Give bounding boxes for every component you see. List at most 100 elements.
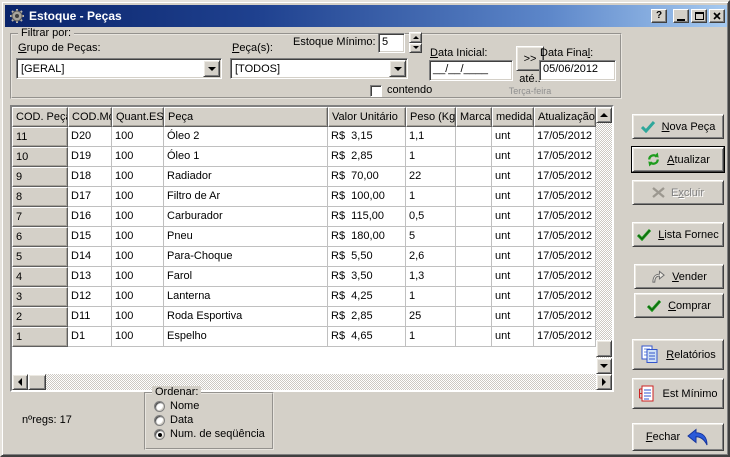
table-row[interactable]: 8D17100Filtro de ArR$ 100,001unt17/05/20… (12, 187, 596, 207)
data-inicial-input[interactable]: __/__/____ (429, 60, 513, 81)
ordenar-legend: Ordenar: (152, 386, 201, 398)
radio-icon[interactable] (154, 429, 165, 440)
comprar-button[interactable]: Comprar (634, 293, 724, 318)
pecas-dropdown-button[interactable] (389, 60, 406, 77)
parts-grid[interactable]: COD. PeçaCOD.ModQuant.ESTPeçaValor Unitá… (10, 105, 614, 392)
column-header[interactable]: Peso (Kg) (406, 107, 456, 127)
column-header[interactable]: Quant.EST (112, 107, 164, 127)
chevron-down-icon (394, 67, 402, 71)
table-row[interactable]: 1D1100EspelhoR$ 4,651unt17/05/2012 (12, 327, 596, 347)
maximize-icon (695, 12, 704, 20)
radio-nome[interactable]: Nome (154, 400, 199, 412)
table-row[interactable]: 11D20100Óleo 2R$ 3,151,1unt17/05/2012 (12, 127, 596, 147)
vertical-scroll-thumb[interactable] (596, 340, 612, 357)
horizontal-scrollbar[interactable] (12, 374, 612, 390)
table-cell: unt (492, 267, 534, 287)
button-label: Comprar (668, 300, 711, 312)
scroll-down-icon (600, 364, 608, 368)
grupo-pecas-combobox[interactable]: [GERAL] (16, 58, 222, 79)
pecas-label: Peça(s): (232, 42, 273, 54)
column-header[interactable]: Atualização (534, 107, 596, 127)
table-cell: 100 (112, 267, 164, 287)
table-cell: 1 (406, 187, 456, 207)
column-header[interactable]: medida (492, 107, 534, 127)
table-cell (456, 167, 492, 187)
table-cell: unt (492, 127, 534, 147)
table-cell: 17/05/2012 (534, 327, 596, 347)
table-row[interactable]: 6D15100PneuR$ 180,005unt17/05/2012 (12, 227, 596, 247)
pecas-combobox[interactable]: [TODOS] (230, 58, 408, 79)
estoque-minimo-label: Estoque Mínimo: (293, 36, 376, 48)
spinner-down-button[interactable] (409, 43, 422, 54)
table-row[interactable]: 7D16100CarburadorR$ 115,000,5unt17/05/20… (12, 207, 596, 227)
minimize-button[interactable] (673, 9, 689, 23)
radio-num-sequencia[interactable]: Num. de seqüência (154, 428, 265, 440)
ordenar-groupbox: Ordenar: Nome Data Num. de seqüência (144, 392, 274, 450)
table-cell: 17/05/2012 (534, 307, 596, 327)
table-cell: Roda Esportiva (164, 307, 328, 327)
horizontal-scroll-thumb[interactable] (28, 374, 46, 390)
table-row[interactable]: 10D19100Óleo 1R$ 2,851unt17/05/2012 (12, 147, 596, 167)
table-cell: 100 (112, 307, 164, 327)
table-cell: 1,1 (406, 127, 456, 147)
nova-peca-button[interactable]: Nova Peça (632, 114, 724, 139)
scroll-up-button[interactable] (596, 107, 612, 123)
radio-icon[interactable] (154, 415, 165, 426)
data-final-input[interactable]: 05/06/2012 (539, 60, 616, 81)
table-cell: D13 (68, 267, 112, 287)
table-cell: 100 (112, 227, 164, 247)
check-icon (637, 229, 652, 241)
excluir-button[interactable]: Excluir (632, 180, 724, 205)
column-header[interactable]: Valor Unitário (328, 107, 406, 127)
radio-icon[interactable] (154, 401, 165, 412)
row-id-cell: 2 (12, 307, 68, 327)
table-row[interactable]: 9D18100RadiadorR$ 70,0022unt17/05/2012 (12, 167, 596, 187)
row-id-cell: 1 (12, 327, 68, 347)
table-cell: D17 (68, 187, 112, 207)
relatorios-button[interactable]: Relatórios (632, 339, 724, 370)
scroll-down-button[interactable] (596, 358, 612, 374)
table-cell: 17/05/2012 (534, 247, 596, 267)
table-cell: Óleo 1 (164, 147, 328, 167)
vender-button[interactable]: Vender (634, 264, 724, 289)
table-cell: D16 (68, 207, 112, 227)
table-cell: D18 (68, 167, 112, 187)
atualizar-button[interactable]: Atualizar (632, 147, 724, 172)
table-row[interactable]: 4D13100FarolR$ 3,501,3unt17/05/2012 (12, 267, 596, 287)
table-cell: 1 (406, 327, 456, 347)
radio-data[interactable]: Data (154, 414, 193, 426)
table-row[interactable]: 5D14100Para-ChoqueR$ 5,502,6unt17/05/201… (12, 247, 596, 267)
estoque-minimo-input[interactable]: 5 (378, 33, 405, 53)
column-header[interactable]: COD.Mod (68, 107, 112, 127)
radio-label: Num. de seqüência (170, 428, 265, 440)
column-header[interactable]: COD. Peça (12, 107, 68, 127)
scroll-left-button[interactable] (12, 374, 28, 390)
table-row[interactable]: 2D11100Roda EsportivaR$ 2,8525unt17/05/2… (12, 307, 596, 327)
table-cell: 1 (406, 287, 456, 307)
table-cell: Pneu (164, 227, 328, 247)
close-button[interactable] (709, 9, 725, 23)
table-cell: 1,3 (406, 267, 456, 287)
chevron-down-icon (208, 67, 216, 71)
vertical-scrollbar[interactable] (596, 107, 612, 374)
fechar-button[interactable]: Fechar (632, 423, 724, 451)
table-row[interactable]: 3D12100LanternaR$ 4,251unt17/05/2012 (12, 287, 596, 307)
contendo-checkbox[interactable] (370, 85, 382, 97)
lista-fornec-button[interactable]: Lista Fornec (632, 222, 724, 247)
help-button[interactable]: ? (651, 9, 667, 23)
table-cell: R$ 5,50 (328, 247, 406, 267)
grid-header-row: COD. PeçaCOD.ModQuant.ESTPeçaValor Unitá… (12, 107, 596, 127)
spinner-up-button[interactable] (409, 32, 422, 43)
scroll-right-button[interactable] (596, 374, 612, 390)
table-cell (456, 207, 492, 227)
table-cell: 17/05/2012 (534, 267, 596, 287)
column-header[interactable]: Marca (456, 107, 492, 127)
column-header[interactable]: Peça (164, 107, 328, 127)
table-cell: 1 (406, 147, 456, 167)
grupo-pecas-dropdown-button[interactable] (203, 60, 220, 77)
table-cell: 100 (112, 167, 164, 187)
est-minimo-button[interactable]: Est Mínimo (632, 378, 724, 409)
maximize-button[interactable] (691, 9, 707, 23)
estoque-minimo-spinner[interactable] (409, 32, 422, 53)
titlebar[interactable]: Estoque - Peças ? (5, 5, 727, 27)
